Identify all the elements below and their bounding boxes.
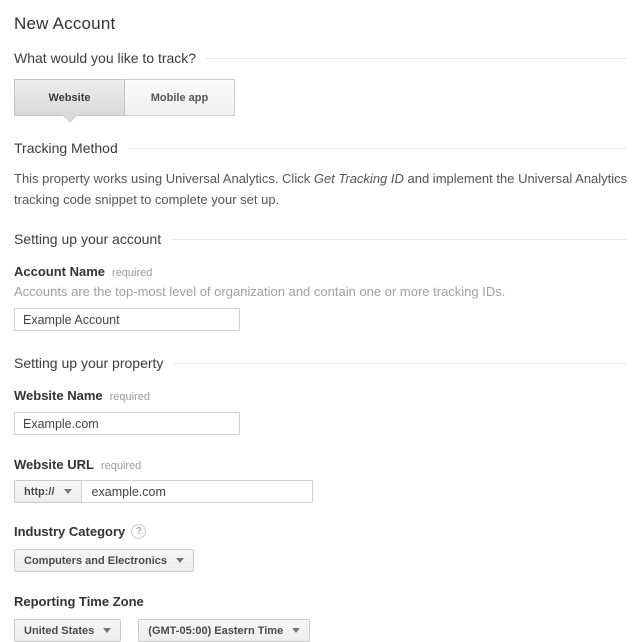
chevron-down-icon: [176, 558, 184, 563]
industry-category-row: Computers and Electronics: [14, 549, 627, 572]
property-section-heading-row: Setting up your property: [14, 355, 627, 371]
account-name-label-row: Account Name required: [14, 264, 627, 279]
website-name-input[interactable]: [14, 412, 240, 435]
tracking-method-description: This property works using Universal Anal…: [14, 168, 628, 210]
website-url-input[interactable]: [81, 480, 313, 503]
reporting-time-zone-label: Reporting Time Zone: [14, 594, 144, 609]
website-url-label-row: Website URL required: [14, 457, 627, 472]
time-zone-dropdown[interactable]: (GMT-05:00) Eastern Time: [138, 619, 310, 642]
tracking-desc-italic: Get Tracking ID: [314, 171, 404, 186]
account-section-heading: Setting up your account: [14, 231, 161, 247]
reporting-time-zone-label-row: Reporting Time Zone: [14, 594, 627, 609]
industry-category-label: Industry Category: [14, 524, 125, 539]
website-url-row: http://: [14, 480, 627, 503]
website-url-label: Website URL: [14, 457, 94, 472]
url-protocol-dropdown[interactable]: http://: [14, 480, 82, 503]
time-zone-value: (GMT-05:00) Eastern Time: [148, 625, 283, 637]
reporting-time-zone-row: United States (GMT-05:00) Eastern Time: [14, 619, 627, 642]
tracking-method-heading-row: Tracking Method: [14, 140, 627, 156]
account-name-help-text: Accounts are the top-most level of organ…: [14, 284, 627, 299]
heading-divider: [128, 148, 627, 149]
tracking-desc-pre: This property works using Universal Anal…: [14, 171, 314, 186]
url-protocol-value: http://: [24, 486, 55, 498]
heading-divider: [206, 58, 627, 59]
tab-mobile-app[interactable]: Mobile app: [124, 79, 235, 116]
industry-category-label-row: Industry Category ?: [14, 524, 627, 539]
account-name-input[interactable]: [14, 308, 240, 331]
track-type-tab-bar: Website Mobile app: [14, 79, 627, 116]
chevron-down-icon: [292, 628, 300, 633]
heading-divider: [171, 239, 627, 240]
track-question-heading-row: What would you like to track?: [14, 50, 627, 66]
property-section-heading: Setting up your property: [14, 355, 163, 371]
website-name-label: Website Name: [14, 388, 103, 403]
selected-tab-pointer-icon: [62, 115, 78, 123]
new-account-page: New Account What would you like to track…: [0, 0, 640, 567]
account-section-heading-row: Setting up your account: [14, 231, 627, 247]
heading-divider: [173, 363, 627, 364]
tab-website[interactable]: Website: [14, 79, 125, 116]
chevron-down-icon: [103, 628, 111, 633]
account-name-required-note: required: [112, 267, 152, 279]
industry-category-value: Computers and Electronics: [24, 555, 167, 567]
website-url-required-note: required: [101, 460, 141, 472]
page-title: New Account: [14, 14, 627, 34]
tracking-method-heading: Tracking Method: [14, 140, 118, 156]
tab-mobile-app-label: Mobile app: [151, 92, 208, 104]
account-name-label: Account Name: [14, 264, 105, 279]
industry-category-dropdown[interactable]: Computers and Electronics: [14, 549, 194, 572]
tab-website-label: Website: [49, 92, 91, 104]
website-name-label-row: Website Name required: [14, 388, 627, 403]
country-value: United States: [24, 625, 94, 637]
track-question-heading: What would you like to track?: [14, 50, 196, 66]
chevron-down-icon: [64, 489, 72, 494]
country-dropdown[interactable]: United States: [14, 619, 121, 642]
website-name-required-note: required: [110, 391, 150, 403]
help-icon[interactable]: ?: [131, 524, 146, 539]
